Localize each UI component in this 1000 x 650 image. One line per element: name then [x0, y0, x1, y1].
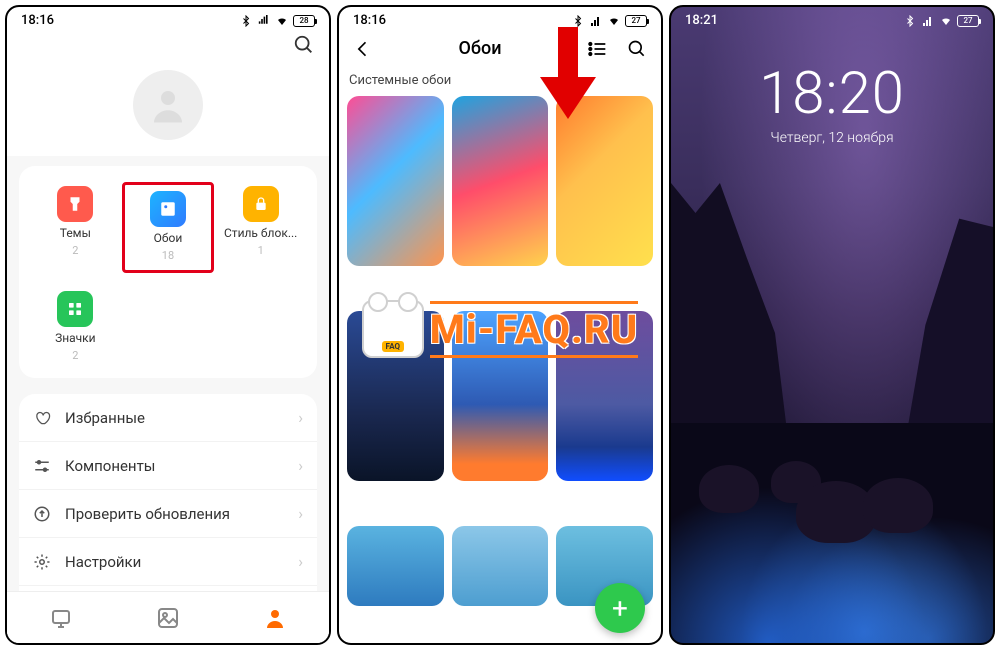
- sliders-icon: [33, 457, 51, 475]
- category-label: Темы: [60, 226, 91, 240]
- wifi-icon: [607, 15, 621, 27]
- category-icons[interactable]: Значки 2: [29, 287, 122, 366]
- chevron-right-icon: ›: [298, 456, 303, 475]
- status-time: 18:21: [685, 13, 718, 28]
- themes-icon: [57, 186, 93, 222]
- wallpaper-thumbnail[interactable]: [452, 526, 549, 606]
- wallpapers-icon: [150, 191, 186, 227]
- signal-icon: [589, 15, 603, 27]
- phone-screen-3-lockscreen: 18:21 27 18:20 Четверг, 12 ноября: [669, 5, 995, 645]
- lockscreen-time: 18:20: [671, 60, 993, 128]
- wallpaper-thumbnail[interactable]: [347, 311, 444, 481]
- wallpaper-thumbnail[interactable]: [347, 526, 444, 606]
- wallpaper-thumbnail[interactable]: [556, 311, 653, 481]
- category-label: Обои: [154, 231, 183, 245]
- back-icon[interactable]: [353, 39, 373, 59]
- avatar[interactable]: [133, 70, 203, 140]
- status-indicators: 27: [571, 15, 647, 27]
- category-count: 2: [72, 349, 78, 362]
- nav-home-icon[interactable]: [49, 606, 73, 630]
- person-icon: [147, 84, 189, 126]
- status-bar: 18:16 28: [7, 7, 329, 30]
- bluetooth-icon: [903, 15, 917, 27]
- profile-screen-content: Темы 2 Обои 18 Стиль блок... 1 Значки 2: [7, 30, 329, 643]
- signal-icon: [257, 15, 271, 27]
- category-label: Стиль блок...: [224, 226, 297, 240]
- list-item-settings[interactable]: Настройки ›: [19, 538, 317, 586]
- add-button[interactable]: +: [595, 583, 645, 633]
- wallpaper-grid: +: [339, 96, 661, 643]
- wallpaper-thumbnail[interactable]: [452, 96, 549, 266]
- gear-icon: [33, 553, 51, 571]
- status-bar: 18:21 27: [671, 7, 993, 30]
- annotation-arrow: [540, 27, 596, 123]
- chevron-right-icon: ›: [298, 408, 303, 427]
- list-item-favorites[interactable]: Избранные ›: [19, 394, 317, 442]
- icons-icon: [57, 291, 93, 327]
- wallpaper-thumbnail[interactable]: [347, 96, 444, 266]
- bluetooth-icon: [571, 15, 585, 27]
- wifi-icon: [275, 15, 289, 27]
- section-title: Системные обои: [339, 73, 661, 88]
- battery-indicator: 27: [957, 15, 979, 27]
- category-count: 2: [72, 244, 78, 257]
- page-header: Обои: [339, 30, 661, 69]
- nav-profile-icon[interactable]: [263, 606, 287, 630]
- status-indicators: 28: [239, 15, 315, 27]
- chevron-right-icon: ›: [298, 552, 303, 571]
- phone-screen-2-wallpapers: 18:16 27 Обои Системные обои +: [337, 5, 663, 645]
- list-item-components[interactable]: Компоненты ›: [19, 442, 317, 490]
- category-lock-style[interactable]: Стиль блок... 1: [214, 182, 307, 273]
- status-time: 18:16: [21, 13, 54, 28]
- list-label: Избранные: [65, 409, 284, 427]
- status-indicators: 27: [903, 15, 979, 27]
- lockscreen-date: Четверг, 12 ноября: [671, 130, 993, 146]
- category-count: 1: [258, 244, 264, 257]
- signal-icon: [921, 15, 935, 27]
- plus-icon: +: [612, 592, 628, 625]
- category-card: Темы 2 Обои 18 Стиль блок... 1 Значки 2: [19, 166, 317, 378]
- list-label: Проверить обновления: [65, 505, 284, 523]
- lockscreen-clock: 18:20 Четверг, 12 ноября: [671, 30, 993, 146]
- category-themes[interactable]: Темы 2: [29, 182, 122, 273]
- nav-gallery-icon[interactable]: [156, 606, 180, 630]
- status-bar: 18:16 27: [339, 7, 661, 30]
- lock-icon: [243, 186, 279, 222]
- wifi-icon: [939, 15, 953, 27]
- list-label: Компоненты: [65, 457, 284, 475]
- category-count: 18: [162, 249, 174, 262]
- category-label: Значки: [55, 331, 96, 345]
- phone-screen-1-themes-profile: 18:16 28 Темы 2: [5, 5, 331, 645]
- bottom-navigation: [7, 591, 329, 643]
- battery-indicator: 27: [625, 15, 647, 27]
- chevron-right-icon: ›: [298, 504, 303, 523]
- search-icon[interactable]: [293, 34, 315, 56]
- list-item-check-updates[interactable]: Проверить обновления ›: [19, 490, 317, 538]
- list-label: Настройки: [65, 553, 284, 571]
- search-icon[interactable]: [627, 39, 647, 59]
- category-wallpapers[interactable]: Обои 18: [122, 182, 215, 273]
- wallpaper-thumbnail[interactable]: [452, 311, 549, 481]
- heart-icon: [33, 409, 51, 427]
- status-time: 18:16: [353, 13, 386, 28]
- battery-indicator: 28: [293, 15, 315, 27]
- upload-icon: [33, 505, 51, 523]
- bluetooth-icon: [239, 15, 253, 27]
- wallpaper-rocks: [671, 423, 993, 643]
- lockscreen-wallpaper[interactable]: 18:21 27 18:20 Четверг, 12 ноября: [671, 7, 993, 643]
